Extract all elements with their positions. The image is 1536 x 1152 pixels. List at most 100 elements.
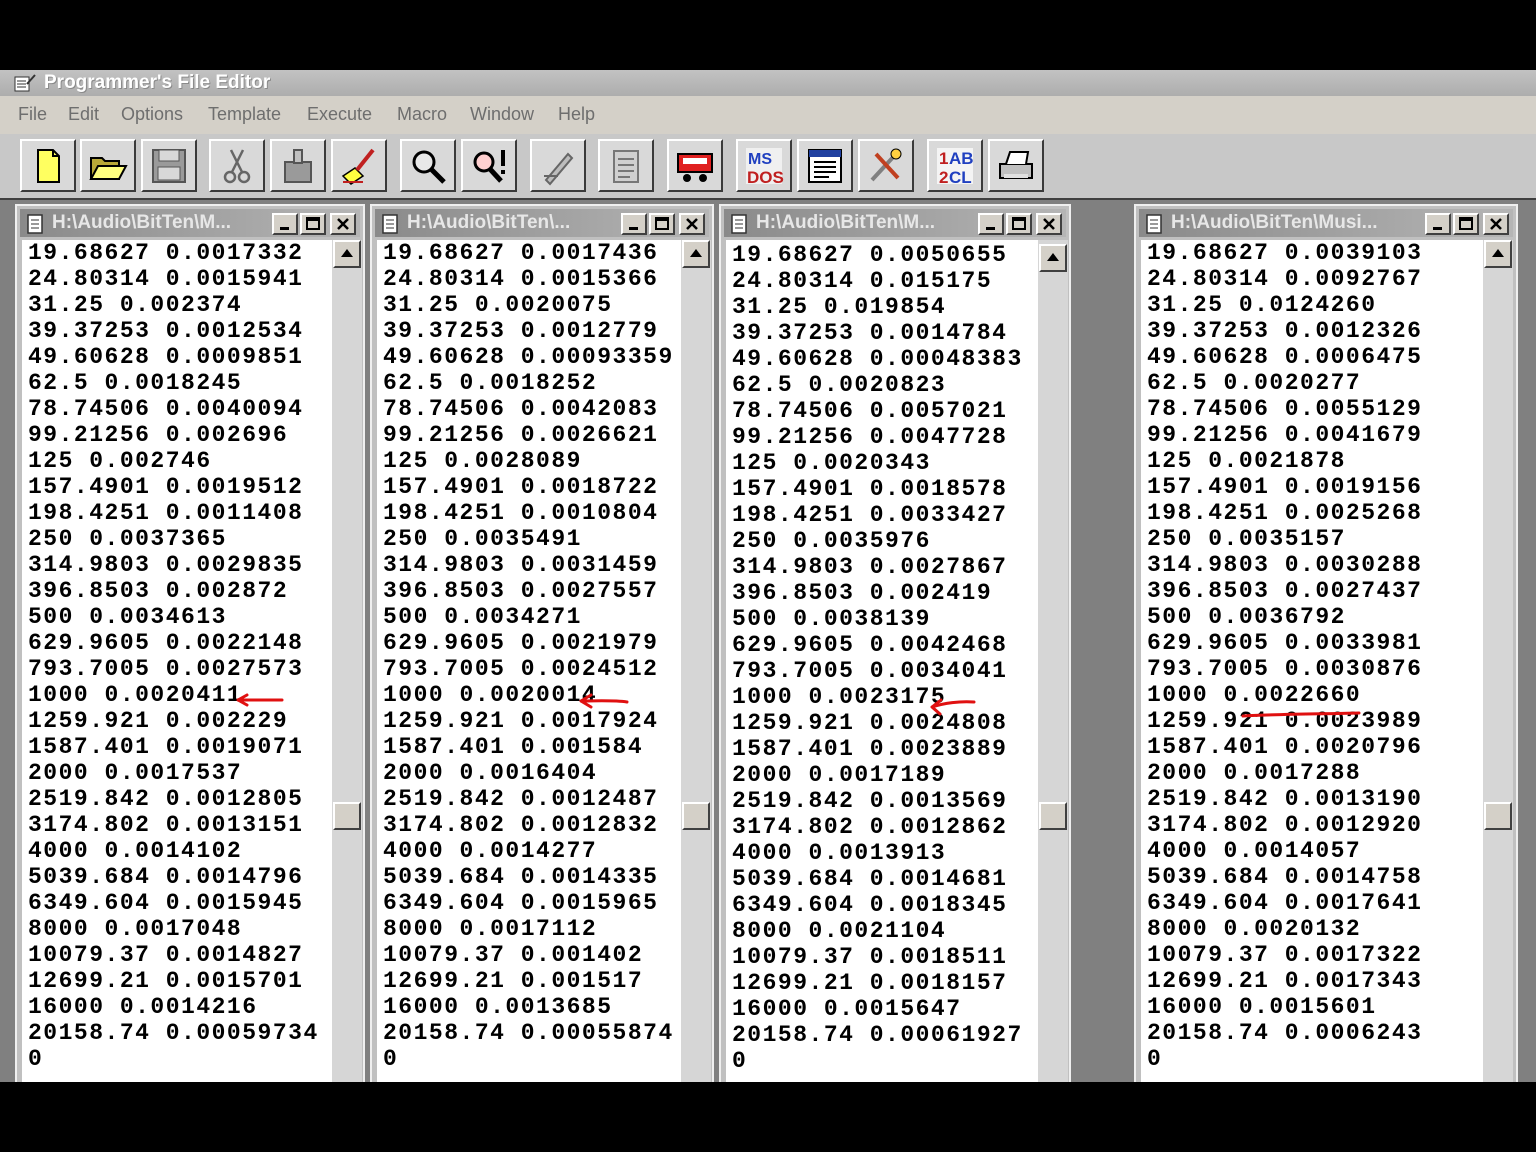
text-line: 62.5 0.0018252 (383, 370, 598, 396)
text-line: 0 (1147, 1046, 1163, 1072)
text-line: 4000 0.0014102 (28, 838, 243, 864)
text-area[interactable]: 19.68627 0.0017436 24.80314 0.0015366 31… (377, 240, 681, 1082)
maximize-button[interactable] (1006, 213, 1032, 235)
scroll-up-button[interactable] (333, 240, 361, 268)
close-button[interactable] (679, 213, 705, 235)
document-icon (27, 214, 43, 234)
up-arrow-icon (690, 249, 702, 257)
text-line: 1587.401 0.0023889 (732, 736, 1008, 762)
scroll-thumb[interactable] (682, 802, 710, 830)
red-arrow-annotation (579, 693, 629, 709)
paste-button[interactable] (270, 139, 326, 192)
text-line: 12699.21 0.0015701 (28, 968, 304, 994)
scroll-thumb[interactable] (1484, 802, 1512, 830)
text-line: 78.74506 0.0057021 (732, 398, 1008, 424)
text-line: 500 0.0034271 (383, 604, 582, 630)
tape-icon (677, 153, 713, 182)
scroll-up-button[interactable] (682, 240, 710, 268)
menu-file[interactable]: File (18, 104, 47, 125)
maximize-button[interactable] (649, 213, 675, 235)
minimize-button[interactable] (272, 213, 298, 235)
text-line: 2519.842 0.0012487 (383, 786, 659, 812)
close-button[interactable] (330, 213, 356, 235)
text-line: 157.4901 0.0019156 (1147, 474, 1423, 500)
text-line: 2519.842 0.0013190 (1147, 786, 1423, 812)
edit-button[interactable] (530, 139, 586, 192)
open-button[interactable] (80, 139, 136, 192)
text-line: 49.60628 0.0009851 (28, 344, 304, 370)
close-button[interactable] (1036, 213, 1062, 235)
maximize-icon (1012, 217, 1026, 230)
svg-text:DOS: DOS (747, 168, 784, 186)
text-area[interactable]: 19.68627 0.0050655 24.80314 0.015175 31.… (726, 240, 1038, 1082)
maximize-button[interactable] (1453, 213, 1479, 235)
vertical-scrollbar[interactable] (332, 240, 362, 1082)
text-line: 31.25 0.0020075 (383, 292, 613, 318)
text-line: 16000 0.0014216 (28, 994, 258, 1020)
vertical-scrollbar[interactable] (681, 240, 711, 1082)
window-titlebar[interactable]: H:\Audio\BitTen\... (375, 209, 709, 237)
cut-icon (223, 149, 251, 184)
close-button[interactable] (1483, 213, 1509, 235)
brush-button[interactable] (331, 139, 387, 192)
vertical-scrollbar[interactable] (1038, 240, 1068, 1082)
scroll-up-button[interactable] (1484, 240, 1512, 268)
text-line: 10079.37 0.001402 (383, 942, 644, 968)
text-line: 396.8503 0.002872 (28, 578, 289, 604)
search-button[interactable] (400, 139, 456, 192)
text-line: 250 0.0035491 (383, 526, 582, 552)
maximize-button[interactable] (300, 213, 326, 235)
save-button[interactable] (141, 139, 197, 192)
tools-icon (870, 148, 902, 182)
menu-execute[interactable]: Execute (307, 104, 372, 125)
window-title: H:\Audio\BitTen\Musi... (1171, 212, 1378, 233)
editor-window-1[interactable]: H:\Audio\BitTen\M... 19.68627 0.0017332 … (15, 204, 365, 1082)
scroll-thumb[interactable] (333, 802, 361, 830)
red-arrow-annotation (930, 698, 976, 716)
window-titlebar[interactable]: H:\Audio\BitTen\Musi... (1139, 209, 1513, 237)
text-line: 12699.21 0.0017343 (1147, 968, 1423, 994)
window-title: H:\Audio\BitTen\... (407, 212, 571, 233)
search-icon (412, 150, 446, 184)
menu-options[interactable]: Options (121, 104, 183, 125)
text-line: 5039.684 0.0014335 (383, 864, 659, 890)
menu-edit[interactable]: Edit (68, 104, 99, 125)
text-area[interactable]: 19.68627 0.0039103 24.80314 0.0092767 31… (1141, 240, 1483, 1082)
text-line: 1259.921 0.002229 (28, 708, 289, 734)
clipboard-button[interactable] (598, 139, 654, 192)
text-line: 39.37253 0.0012779 (383, 318, 659, 344)
text-line: 20158.74 0.00061927 (732, 1022, 1023, 1048)
scroll-thumb[interactable] (1039, 802, 1067, 830)
window-titlebar[interactable]: H:\Audio\BitTen\M... (724, 209, 1066, 237)
cut-button[interactable] (209, 139, 265, 192)
text-line: 6349.604 0.0015965 (383, 890, 659, 916)
editor-window-4[interactable]: H:\Audio\BitTen\Musi... 19.68627 0.00391… (1134, 204, 1518, 1082)
window-list-button[interactable] (797, 139, 853, 192)
text-line: 12699.21 0.001517 (383, 968, 644, 994)
up-arrow-icon (1047, 253, 1059, 261)
window-titlebar[interactable]: H:\Audio\BitTen\M... (20, 209, 360, 237)
minimize-button[interactable] (621, 213, 647, 235)
scroll-up-button[interactable] (1039, 244, 1067, 272)
text-line: 314.9803 0.0030288 (1147, 552, 1423, 578)
text-line: 396.8503 0.002419 (732, 580, 993, 606)
minimize-button[interactable] (978, 213, 1004, 235)
tools-button[interactable] (858, 139, 914, 192)
abc-case-button[interactable]: 1 AB 2 CL (927, 139, 983, 192)
minimize-icon (629, 227, 638, 230)
menu-template[interactable]: Template (208, 104, 281, 125)
menu-macro[interactable]: Macro (397, 104, 447, 125)
text-line: 250 0.0035976 (732, 528, 931, 554)
print-button[interactable] (988, 139, 1044, 192)
tape-button[interactable] (667, 139, 723, 192)
text-area[interactable]: 19.68627 0.0017332 24.80314 0.0015941 31… (22, 240, 332, 1082)
menu-window[interactable]: Window (470, 104, 534, 125)
menu-help[interactable]: Help (558, 104, 595, 125)
vertical-scrollbar[interactable] (1483, 240, 1513, 1082)
new-file-button[interactable] (20, 139, 76, 192)
find-next-button[interactable] (461, 139, 517, 192)
minimize-button[interactable] (1425, 213, 1451, 235)
msdos-button[interactable]: MS DOS (736, 139, 792, 192)
editor-window-2[interactable]: H:\Audio\BitTen\... 19.68627 0.0017436 2… (370, 204, 714, 1082)
editor-window-3[interactable]: H:\Audio\BitTen\M... 19.68627 0.0050655 … (719, 204, 1071, 1082)
